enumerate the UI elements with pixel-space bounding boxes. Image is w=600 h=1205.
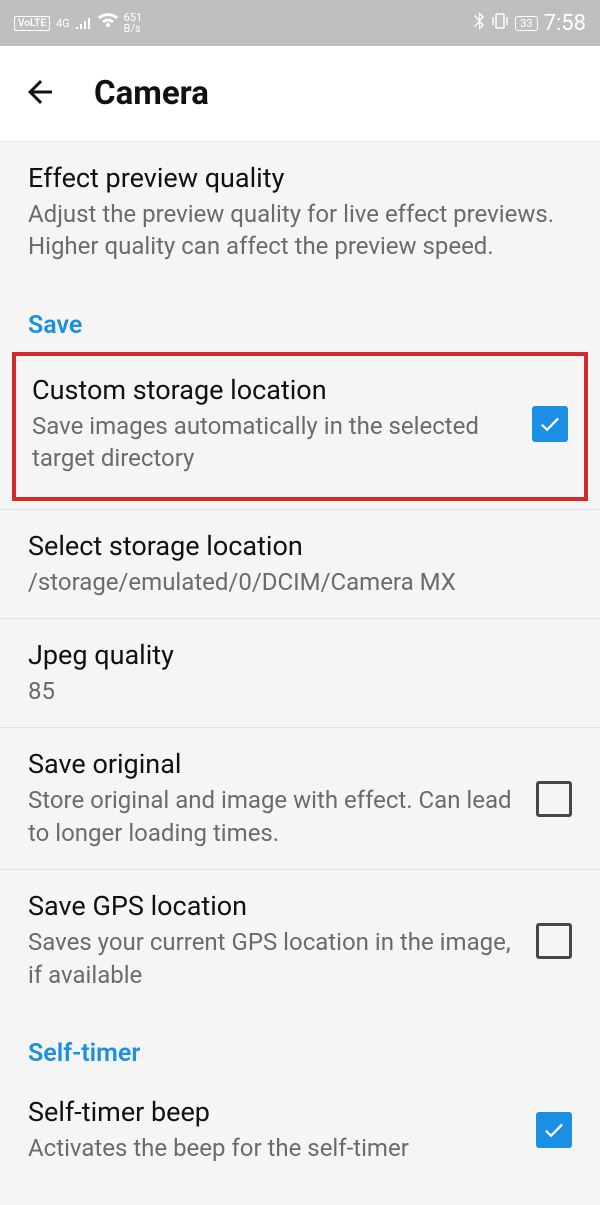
setting-effect-preview[interactable]: Effect preview quality Adjust the previe… — [0, 142, 600, 283]
bluetooth-icon — [473, 12, 485, 35]
highlight-box: Custom storage location Save images auto… — [12, 352, 588, 501]
section-save: Save — [0, 283, 600, 348]
wifi-icon — [98, 13, 118, 34]
setting-select-storage[interactable]: Select storage location /storage/emulate… — [0, 509, 600, 618]
setting-desc: Adjust the preview quality for live effe… — [28, 198, 572, 263]
vibrate-icon — [491, 12, 509, 35]
setting-desc: Save images automatically in the selecte… — [32, 410, 512, 475]
checkbox-selftimer-beep[interactable] — [536, 1112, 572, 1148]
setting-title: Custom storage location — [32, 374, 512, 406]
checkbox-save-original[interactable] — [536, 781, 572, 817]
setting-desc: 85 — [28, 675, 572, 707]
setting-custom-storage[interactable]: Custom storage location Save images auto… — [16, 356, 584, 497]
setting-selftimer-beep[interactable]: Self-timer beep Activates the beep for t… — [0, 1076, 600, 1174]
checkbox-custom-storage[interactable] — [532, 406, 568, 442]
setting-jpeg-quality[interactable]: Jpeg quality 85 — [0, 618, 600, 727]
battery-icon: 33 — [515, 16, 537, 31]
setting-title: Save GPS location — [28, 890, 516, 922]
setting-title: Save original — [28, 748, 516, 780]
volte-icon: VoLTE — [14, 16, 50, 31]
setting-title: Jpeg quality — [28, 639, 572, 671]
setting-title: Effect preview quality — [28, 162, 572, 194]
clock: 7:58 — [544, 11, 586, 36]
status-right: 33 7:58 — [473, 11, 586, 36]
setting-desc: /storage/emulated/0/DCIM/Camera MX — [28, 566, 572, 598]
settings-list: Effect preview quality Adjust the previe… — [0, 142, 600, 1174]
app-bar: Camera — [0, 46, 600, 142]
setting-save-gps[interactable]: Save GPS location Saves your current GPS… — [0, 869, 600, 1011]
back-icon[interactable] — [22, 74, 58, 114]
status-bar: VoLTE 4G 651 B/s 33 7:58 — [0, 0, 600, 46]
setting-desc: Store original and image with effect. Ca… — [28, 784, 516, 849]
setting-title: Self-timer beep — [28, 1096, 516, 1128]
checkbox-save-gps[interactable] — [536, 923, 572, 959]
setting-save-original[interactable]: Save original Store original and image w… — [0, 727, 600, 869]
setting-desc: Activates the beep for the self-timer — [28, 1132, 516, 1164]
status-left: VoLTE 4G 651 B/s — [14, 12, 142, 34]
page-title: Camera — [94, 74, 209, 113]
setting-desc: Saves your current GPS location in the i… — [28, 926, 516, 991]
signal-icon — [76, 13, 92, 34]
setting-title: Select storage location — [28, 530, 572, 562]
net-speed: 651 B/s — [124, 12, 143, 34]
section-selftimer: Self-timer — [0, 1011, 600, 1076]
network-gen: 4G — [56, 18, 70, 29]
